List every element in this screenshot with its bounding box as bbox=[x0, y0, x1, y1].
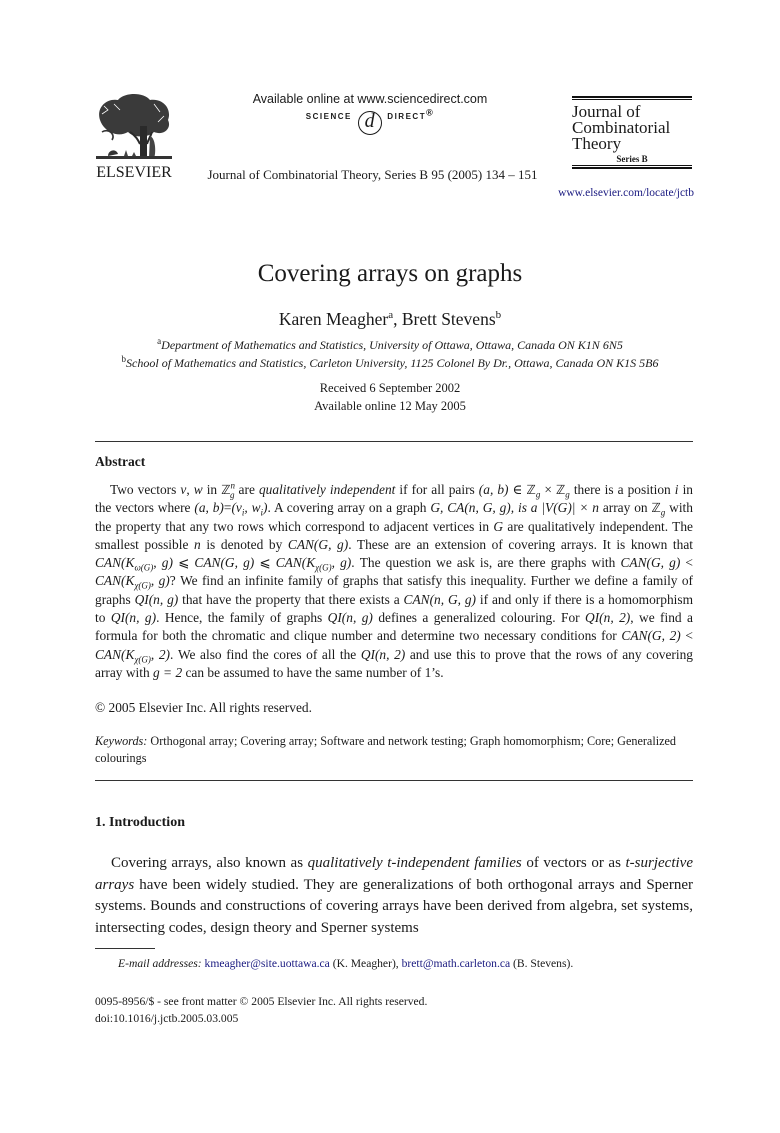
affiliation-b: bSchool of Mathematics and Statistics, C… bbox=[0, 355, 780, 371]
journal-url-link[interactable]: www.elsevier.com/locate/jctb bbox=[520, 187, 694, 199]
introduction-body: Covering arrays, also known as qualitati… bbox=[95, 853, 693, 939]
author-list: Karen Meaghera, Brett Stevensb bbox=[0, 309, 780, 330]
affiliation-text: Department of Mathematics and Statistics… bbox=[161, 338, 623, 352]
sciencedirect-availability[interactable]: Available online at www.sciencedirect.co… bbox=[215, 92, 525, 106]
tree-icon bbox=[96, 94, 172, 159]
author-name[interactable]: Karen Meagher bbox=[279, 309, 388, 329]
sciencedirect-at-icon: d bbox=[357, 111, 382, 135]
keywords-list: Orthogonal array; Covering array; Softwa… bbox=[95, 734, 677, 765]
email-link-stevens[interactable]: brett@math.carleton.ca bbox=[402, 957, 511, 970]
journal-box-bottom-rule bbox=[572, 165, 692, 169]
sciencedirect-logo: SCIENCE d DIRECT® bbox=[215, 108, 525, 135]
elsevier-wordmark: ELSEVIER bbox=[96, 164, 172, 181]
issn-line: 0095-8956/$ - see front matter © 2005 El… bbox=[95, 995, 428, 1008]
email-owner: (B. Stevens). bbox=[510, 957, 574, 970]
journal-box-top-rule bbox=[572, 96, 692, 100]
doi-line[interactable]: doi:10.1016/j.jctb.2005.03.005 bbox=[95, 1012, 238, 1025]
email-link-meagher[interactable]: kmeagher@site.uottawa.ca bbox=[205, 957, 330, 970]
journal-box-line3: Theory bbox=[572, 134, 622, 153]
received-date: Received 6 September 2002 bbox=[319, 381, 461, 395]
section-heading-introduction: 1. Introduction bbox=[95, 815, 185, 830]
registered-mark: ® bbox=[426, 107, 435, 118]
abstract-bottom-rule bbox=[95, 780, 693, 781]
author-mark: b bbox=[495, 309, 502, 322]
email-footnote: E-mail addresses: kmeagher@site.uottawa.… bbox=[118, 957, 573, 970]
abstract-top-rule bbox=[95, 441, 693, 442]
journal-title-box: Journal of Combinatorial Theory Series B bbox=[572, 96, 692, 169]
affiliation-a: aDepartment of Mathematics and Statistic… bbox=[0, 337, 780, 353]
journal-box-series: Series B bbox=[616, 154, 648, 164]
abstract-paragraph: Two vectors v, w in ℤng are qualitativel… bbox=[95, 480, 694, 680]
author-separator: , bbox=[393, 309, 402, 329]
journal-citation: Journal of Combinatorial Theory, Series … bbox=[207, 167, 538, 182]
sciencedirect-logo-left: SCIENCE bbox=[305, 112, 352, 121]
email-owner: (K. Meagher), bbox=[329, 957, 402, 970]
affiliation-text: School of Mathematics and Statistics, Ca… bbox=[126, 356, 659, 370]
paper-title: Covering arrays on graphs bbox=[257, 260, 523, 287]
keywords-label: Keywords: bbox=[95, 734, 148, 748]
abstract-copyright: © 2005 Elsevier Inc. All rights reserved… bbox=[95, 700, 312, 715]
email-label: E-mail addresses: bbox=[118, 957, 202, 970]
introduction-paragraph: Covering arrays, also known as qualitati… bbox=[95, 855, 693, 936]
keywords: Keywords: Orthogonal array; Covering arr… bbox=[95, 733, 693, 767]
abstract-heading: Abstract bbox=[95, 454, 146, 469]
available-online-date: Available online 12 May 2005 bbox=[314, 399, 466, 413]
author-name[interactable]: Brett Stevens bbox=[402, 309, 496, 329]
sciencedirect-logo-right: DIRECT bbox=[387, 112, 427, 121]
abstract-body: Two vectors v, w in ℤng are qualitativel… bbox=[95, 481, 693, 682]
footnote-rule bbox=[95, 948, 155, 949]
